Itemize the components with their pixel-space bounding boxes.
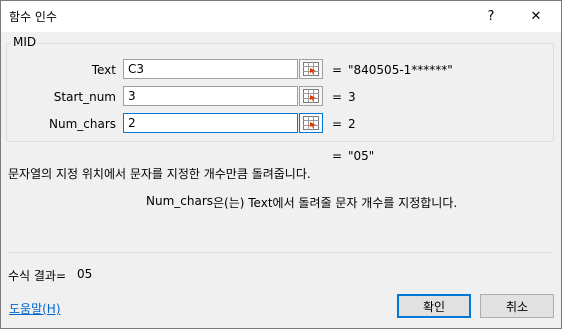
dialog-title: 함수 인수 [9,10,57,24]
function-name: MID [11,35,39,49]
formula-result-label: 수식 결과= [8,269,67,283]
start-num-ref-button[interactable] [299,86,323,106]
cancel-button-label: 취소 [505,299,529,314]
ok-button-label: 확인 [422,299,446,314]
arg-label-num-chars: Num_chars [48,117,116,131]
start-num-result: 3 [348,90,356,104]
function-description: 문자열의 지정 위치에서 문자를 지정한 개수만큼 돌려줍니다. [8,167,311,181]
text-arg-result: "840505-1******" [348,63,453,77]
question-icon: ? [487,8,495,24]
num-chars-result: 2 [348,117,356,131]
arg-label-start-num: Start_num [53,90,116,104]
formula-result-value: 05 [77,267,93,281]
cancel-button[interactable]: 취소 [480,294,554,318]
help-button[interactable]: ? [477,3,505,29]
arg-help-name: Num_chars [146,194,214,208]
separator [8,252,553,253]
text-eq: = [332,63,343,77]
range-select-icon [303,89,319,103]
text-ref-button[interactable] [299,59,323,79]
range-select-icon [303,62,319,76]
function-arguments-dialog: 함수 인수 ? ✕ MID Text = "840505-1******" St… [0,0,562,329]
overall-result: "05" [348,149,375,163]
start-num-eq: = [332,90,343,104]
start-num-input[interactable] [123,86,298,106]
close-icon: ✕ [530,8,542,24]
range-select-icon [303,116,319,130]
text-arg-input[interactable] [123,59,298,79]
num-chars-eq: = [332,117,343,131]
num-chars-ref-button[interactable] [299,113,323,133]
arg-help-text: 은(는) Text에서 돌려줄 문자 개수를 지정합니다. [213,196,458,210]
close-button[interactable]: ✕ [521,3,551,29]
help-link[interactable]: 도움말(H) [9,300,61,317]
num-chars-input[interactable] [123,113,298,133]
arg-label-text: Text [91,63,116,77]
ok-button[interactable]: 확인 [397,294,471,318]
title-bar: 함수 인수 ? ✕ [1,1,561,32]
overall-eq: = [332,149,343,163]
